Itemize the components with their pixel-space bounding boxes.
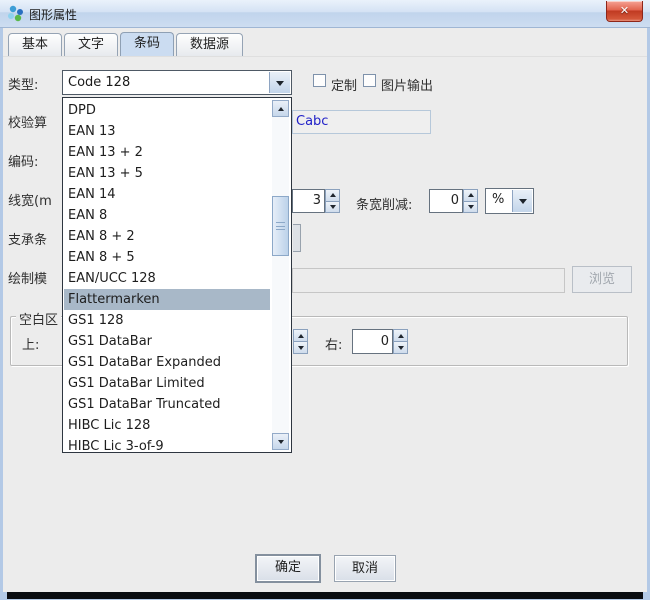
- arrow-down-icon: [278, 440, 284, 444]
- list-item[interactable]: DPD: [64, 100, 270, 121]
- custom-checkbox-label: 定制: [331, 75, 357, 94]
- list-item[interactable]: EAN 8 + 2: [64, 226, 270, 247]
- close-button[interactable]: ✕: [606, 1, 643, 22]
- arrow-up-icon: [298, 334, 304, 338]
- list-item[interactable]: HIBC Lic 3-of-9: [64, 436, 270, 453]
- bearer-bar-label: 支承条: [8, 229, 47, 248]
- dropdown-scrollbar[interactable]: [272, 100, 289, 450]
- tab-basic[interactable]: 基本: [8, 33, 62, 56]
- close-icon: ✕: [620, 4, 629, 17]
- ok-button[interactable]: 确定: [255, 554, 321, 583]
- chevron-down-icon: [519, 199, 527, 204]
- scrollbar-thumb[interactable]: [272, 196, 289, 256]
- quiet-zone-right-spinner: [393, 329, 408, 354]
- list-item[interactable]: EAN 14: [64, 184, 270, 205]
- arrow-down-icon: [468, 205, 474, 209]
- spinner-up-button[interactable]: [325, 189, 340, 202]
- window-border-bottom-inner: [7, 592, 643, 599]
- barcode-type-combobox[interactable]: Code 128: [62, 70, 292, 95]
- list-item[interactable]: Flattermarken: [64, 289, 270, 310]
- checksum-value: Cabc: [296, 114, 328, 129]
- spinner-down-button[interactable]: [463, 202, 478, 214]
- barcode-type-dropdown-popup: DPDEAN 13EAN 13 + 2EAN 13 + 5EAN 14EAN 8…: [62, 97, 292, 453]
- browse-button[interactable]: 浏览: [572, 266, 632, 293]
- scrollbar-up-button[interactable]: [272, 100, 289, 117]
- spinner-up-button[interactable]: [463, 189, 478, 202]
- scrollbar-down-button[interactable]: [272, 433, 289, 450]
- arrow-up-icon: [330, 193, 336, 197]
- spinner-up-button[interactable]: [393, 329, 408, 342]
- list-item[interactable]: GS1 DataBar Expanded: [64, 352, 270, 373]
- list-item[interactable]: EAN 13 + 2: [64, 142, 270, 163]
- tab-datasource[interactable]: 数据源: [176, 33, 243, 56]
- tab-underline: [3, 56, 647, 57]
- list-item[interactable]: EAN 8 + 5: [64, 247, 270, 268]
- quiet-zone-top-spinner: [293, 329, 308, 354]
- quiet-zone-top-label: 上:: [22, 334, 39, 353]
- linewidth-field[interactable]: 3: [292, 189, 325, 213]
- arrow-up-icon: [398, 334, 404, 338]
- scrollbar-grip-icon: [276, 222, 285, 230]
- draw-mode-path-field[interactable]: [292, 268, 565, 293]
- window-border-left: [0, 28, 3, 592]
- list-item[interactable]: EAN 13 + 5: [64, 163, 270, 184]
- tab-text[interactable]: 文字: [64, 33, 118, 56]
- quiet-zone-group-label: 空白区: [16, 309, 61, 328]
- custom-checkbox[interactable]: [313, 74, 326, 87]
- image-output-checkbox[interactable]: [363, 74, 376, 87]
- list-item[interactable]: HIBC Lic 128: [64, 415, 270, 436]
- app-logo-icon: [7, 5, 24, 22]
- spinner-down-button[interactable]: [393, 342, 408, 354]
- arrow-down-icon: [398, 346, 404, 350]
- titlebar[interactable]: 图形属性 ✕: [0, 0, 650, 28]
- bar-width-reduction-spinner: [463, 189, 478, 213]
- list-item[interactable]: GS1 DataBar: [64, 331, 270, 352]
- arrow-up-icon: [468, 193, 474, 197]
- arrow-down-icon: [298, 346, 304, 350]
- barcode-type-value: Code 128: [68, 73, 130, 93]
- arrow-up-icon: [278, 107, 284, 111]
- draw-mode-label: 绘制模: [8, 268, 47, 287]
- spinner-up-button[interactable]: [293, 329, 308, 342]
- bwr-unit-value: %: [492, 192, 504, 207]
- spinner-down-button[interactable]: [325, 202, 340, 214]
- list-item[interactable]: EAN 13: [64, 121, 270, 142]
- window-title: 图形属性: [29, 6, 77, 23]
- list-item[interactable]: GS1 DataBar Limited: [64, 373, 270, 394]
- checksum-value-field[interactable]: Cabc: [292, 110, 431, 134]
- tab-strip: 基本 文字 条码 数据源: [8, 32, 245, 56]
- linewidth-spinner: [325, 189, 340, 213]
- list-item[interactable]: GS1 128: [64, 310, 270, 331]
- tab-barcode[interactable]: 条码: [120, 32, 174, 56]
- bar-width-reduction-field[interactable]: 0: [429, 189, 463, 213]
- cancel-button[interactable]: 取消: [334, 555, 396, 582]
- partially-hidden-control: [293, 224, 301, 252]
- type-label: 类型:: [8, 74, 38, 93]
- list-item[interactable]: GS1 DataBar Truncated: [64, 394, 270, 415]
- arrow-down-icon: [330, 205, 336, 209]
- image-output-checkbox-label: 图片输出: [381, 75, 433, 94]
- window-border-bottom: [0, 592, 650, 600]
- checksum-label: 校验算: [8, 112, 47, 131]
- chevron-down-icon: [276, 81, 284, 86]
- quiet-zone-right-label: 右:: [325, 334, 342, 353]
- graphic-properties-dialog: 图形属性 ✕ 基本 文字 条码 数据源 类型: Code 128 定制 图片输出…: [0, 0, 650, 600]
- barcode-type-listbox: DPDEAN 13EAN 13 + 2EAN 13 + 5EAN 14EAN 8…: [64, 100, 290, 451]
- list-item[interactable]: EAN 8: [64, 205, 270, 226]
- list-item[interactable]: EAN/UCC 128: [64, 268, 270, 289]
- combobox-dropdown-button[interactable]: [269, 72, 290, 93]
- bwr-unit-combobox[interactable]: %: [485, 188, 534, 214]
- bar-width-reduction-label: 条宽削减:: [356, 194, 412, 213]
- bwr-unit-dropdown-button[interactable]: [512, 190, 532, 212]
- encoding-label: 编码:: [8, 151, 38, 170]
- linewidth-label: 线宽(m: [8, 190, 52, 209]
- spinner-down-button[interactable]: [293, 342, 308, 354]
- quiet-zone-right-field[interactable]: 0: [352, 329, 393, 354]
